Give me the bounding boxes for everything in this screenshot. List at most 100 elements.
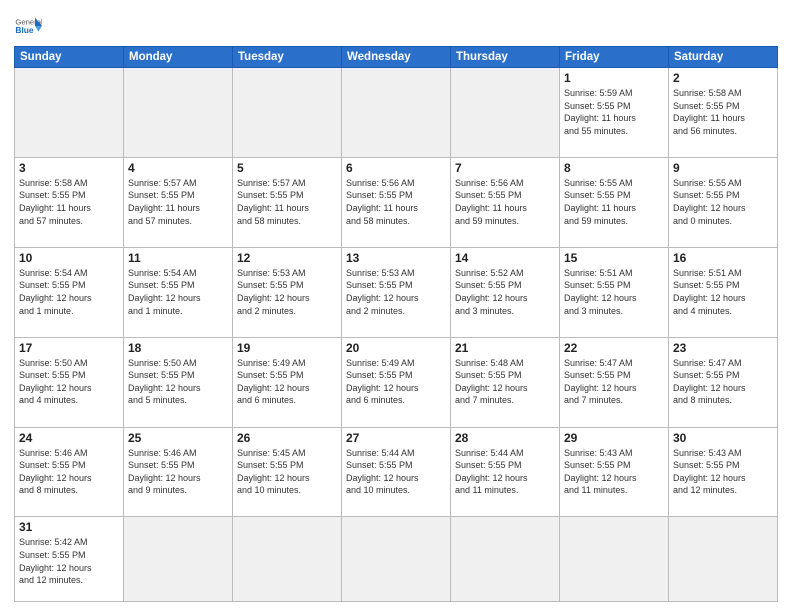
calendar-cell: 13 Sunrise: 5:53 AMSunset: 5:55 PMDayligh… (342, 247, 451, 337)
day-info: Sunrise: 5:43 AMSunset: 5:55 PMDaylight:… (564, 447, 664, 497)
day-number: 31 (19, 520, 119, 534)
calendar-cell: 7 Sunrise: 5:56 AMSunset: 5:55 PMDaylight… (451, 157, 560, 247)
day-number: 19 (237, 341, 337, 355)
day-number: 10 (19, 251, 119, 265)
day-info: Sunrise: 5:49 AMSunset: 5:55 PMDaylight:… (237, 357, 337, 407)
calendar-cell: 3 Sunrise: 5:58 AMSunset: 5:55 PMDaylight… (15, 157, 124, 247)
calendar-cell: 17Sunrise: 5:50 AMSunset: 5:55 PMDayligh… (15, 337, 124, 427)
calendar-week-row: 17Sunrise: 5:50 AMSunset: 5:55 PMDayligh… (15, 337, 778, 427)
weekday-header-monday: Monday (124, 47, 233, 68)
day-info: Sunrise: 5:49 AMSunset: 5:55 PMDaylight:… (346, 357, 446, 407)
day-info: Sunrise: 5:52 AMSunset: 5:55 PMDaylight:… (455, 267, 555, 317)
day-info: Sunrise: 5:56 AMSunset: 5:55 PMDaylight:… (346, 177, 446, 227)
day-number: 30 (673, 431, 773, 445)
calendar-cell (15, 68, 124, 158)
calendar-cell: 16 Sunrise: 5:51 AMSunset: 5:55 PMDayligh… (669, 247, 778, 337)
weekday-header-sunday: Sunday (15, 47, 124, 68)
calendar-cell: 2 Sunrise: 5:58 AMSunset: 5:55 PMDaylight… (669, 68, 778, 158)
day-info: Sunrise: 5:44 AMSunset: 5:55 PMDaylight:… (455, 447, 555, 497)
day-number: 11 (128, 251, 228, 265)
day-info: Sunrise: 5:54 AMSunset: 5:55 PMDaylight:… (19, 267, 119, 317)
calendar-cell (342, 68, 451, 158)
calendar-cell: 15 Sunrise: 5:51 AMSunset: 5:55 PMDayligh… (560, 247, 669, 337)
day-number: 25 (128, 431, 228, 445)
calendar-cell: 30 Sunrise: 5:43 AMSunset: 5:55 PMDayligh… (669, 427, 778, 517)
day-number: 27 (346, 431, 446, 445)
svg-text:Blue: Blue (15, 25, 33, 35)
day-info: Sunrise: 5:56 AMSunset: 5:55 PMDaylight:… (455, 177, 555, 227)
calendar-cell (342, 517, 451, 602)
calendar-cell: 5 Sunrise: 5:57 AMSunset: 5:55 PMDaylight… (233, 157, 342, 247)
day-info: Sunrise: 5:51 AMSunset: 5:55 PMDaylight:… (673, 267, 773, 317)
day-number: 23 (673, 341, 773, 355)
day-info: Sunrise: 5:43 AMSunset: 5:55 PMDaylight:… (673, 447, 773, 497)
calendar-cell: 26Sunrise: 5:45 AMSunset: 5:55 PMDayligh… (233, 427, 342, 517)
day-info: Sunrise: 5:46 AMSunset: 5:55 PMDaylight:… (128, 447, 228, 497)
weekday-header-thursday: Thursday (451, 47, 560, 68)
calendar-cell: 20 Sunrise: 5:49 AMSunset: 5:55 PMDayligh… (342, 337, 451, 427)
day-info: Sunrise: 5:57 AMSunset: 5:55 PMDaylight:… (128, 177, 228, 227)
day-number: 8 (564, 161, 664, 175)
calendar-cell: 6Sunrise: 5:56 AMSunset: 5:55 PMDaylight… (342, 157, 451, 247)
weekday-header-saturday: Saturday (669, 47, 778, 68)
calendar-cell (124, 517, 233, 602)
logo-icon: General Blue (14, 12, 42, 40)
day-info: Sunrise: 5:47 AMSunset: 5:55 PMDaylight:… (564, 357, 664, 407)
day-number: 16 (673, 251, 773, 265)
calendar-table: SundayMondayTuesdayWednesdayThursdayFrid… (14, 46, 778, 602)
day-info: Sunrise: 5:46 AMSunset: 5:55 PMDaylight:… (19, 447, 119, 497)
calendar-cell: 12 Sunrise: 5:53 AMSunset: 5:55 PMDayligh… (233, 247, 342, 337)
day-info: Sunrise: 5:50 AMSunset: 5:55 PMDaylight:… (128, 357, 228, 407)
day-info: Sunrise: 5:54 AMSunset: 5:55 PMDaylight:… (128, 267, 228, 317)
day-number: 7 (455, 161, 555, 175)
day-info: Sunrise: 5:57 AMSunset: 5:55 PMDaylight:… (237, 177, 337, 227)
day-info: Sunrise: 5:58 AMSunset: 5:55 PMDaylight:… (673, 87, 773, 137)
day-number: 5 (237, 161, 337, 175)
calendar-week-row: 31 Sunrise: 5:42 AMSunset: 5:55 PMDayligh… (15, 517, 778, 602)
day-number: 21 (455, 341, 555, 355)
day-info: Sunrise: 5:58 AMSunset: 5:55 PMDaylight:… (19, 177, 119, 227)
calendar-cell: 22 Sunrise: 5:47 AMSunset: 5:55 PMDayligh… (560, 337, 669, 427)
day-number: 4 (128, 161, 228, 175)
day-info: Sunrise: 5:51 AMSunset: 5:55 PMDaylight:… (564, 267, 664, 317)
calendar-cell: 9 Sunrise: 5:55 AMSunset: 5:55 PMDaylight… (669, 157, 778, 247)
calendar-cell (560, 517, 669, 602)
calendar-cell: 21Sunrise: 5:48 AMSunset: 5:55 PMDayligh… (451, 337, 560, 427)
day-number: 13 (346, 251, 446, 265)
calendar-cell: 10 Sunrise: 5:54 AMSunset: 5:55 PMDayligh… (15, 247, 124, 337)
calendar-cell (124, 68, 233, 158)
day-number: 3 (19, 161, 119, 175)
day-number: 20 (346, 341, 446, 355)
calendar-cell: 1Sunrise: 5:59 AMSunset: 5:55 PMDaylight… (560, 68, 669, 158)
day-info: Sunrise: 5:55 AMSunset: 5:55 PMDaylight:… (673, 177, 773, 227)
calendar-cell: 28Sunrise: 5:44 AMSunset: 5:55 PMDayligh… (451, 427, 560, 517)
day-info: Sunrise: 5:42 AMSunset: 5:55 PMDaylight:… (19, 536, 119, 586)
calendar-cell: 14Sunrise: 5:52 AMSunset: 5:55 PMDayligh… (451, 247, 560, 337)
weekday-header-friday: Friday (560, 47, 669, 68)
calendar-page: General Blue SundayMondayTuesdayWednesda… (0, 0, 792, 612)
day-number: 29 (564, 431, 664, 445)
day-info: Sunrise: 5:55 AMSunset: 5:55 PMDaylight:… (564, 177, 664, 227)
calendar-week-row: 24 Sunrise: 5:46 AMSunset: 5:55 PMDayligh… (15, 427, 778, 517)
day-info: Sunrise: 5:45 AMSunset: 5:55 PMDaylight:… (237, 447, 337, 497)
day-number: 2 (673, 71, 773, 85)
weekday-header-wednesday: Wednesday (342, 47, 451, 68)
calendar-cell: 11 Sunrise: 5:54 AMSunset: 5:55 PMDayligh… (124, 247, 233, 337)
calendar-cell: 19 Sunrise: 5:49 AMSunset: 5:55 PMDayligh… (233, 337, 342, 427)
calendar-week-row: 1Sunrise: 5:59 AMSunset: 5:55 PMDaylight… (15, 68, 778, 158)
day-number: 24 (19, 431, 119, 445)
calendar-cell: 24 Sunrise: 5:46 AMSunset: 5:55 PMDayligh… (15, 427, 124, 517)
calendar-cell (233, 68, 342, 158)
day-info: Sunrise: 5:53 AMSunset: 5:55 PMDaylight:… (237, 267, 337, 317)
calendar-cell: 8 Sunrise: 5:55 AMSunset: 5:55 PMDaylight… (560, 157, 669, 247)
day-number: 12 (237, 251, 337, 265)
day-number: 22 (564, 341, 664, 355)
day-number: 9 (673, 161, 773, 175)
day-number: 15 (564, 251, 664, 265)
day-info: Sunrise: 5:47 AMSunset: 5:55 PMDaylight:… (673, 357, 773, 407)
day-info: Sunrise: 5:53 AMSunset: 5:55 PMDaylight:… (346, 267, 446, 317)
calendar-cell: 23 Sunrise: 5:47 AMSunset: 5:55 PMDayligh… (669, 337, 778, 427)
logo: General Blue (14, 12, 42, 40)
calendar-cell (669, 517, 778, 602)
calendar-cell (451, 68, 560, 158)
